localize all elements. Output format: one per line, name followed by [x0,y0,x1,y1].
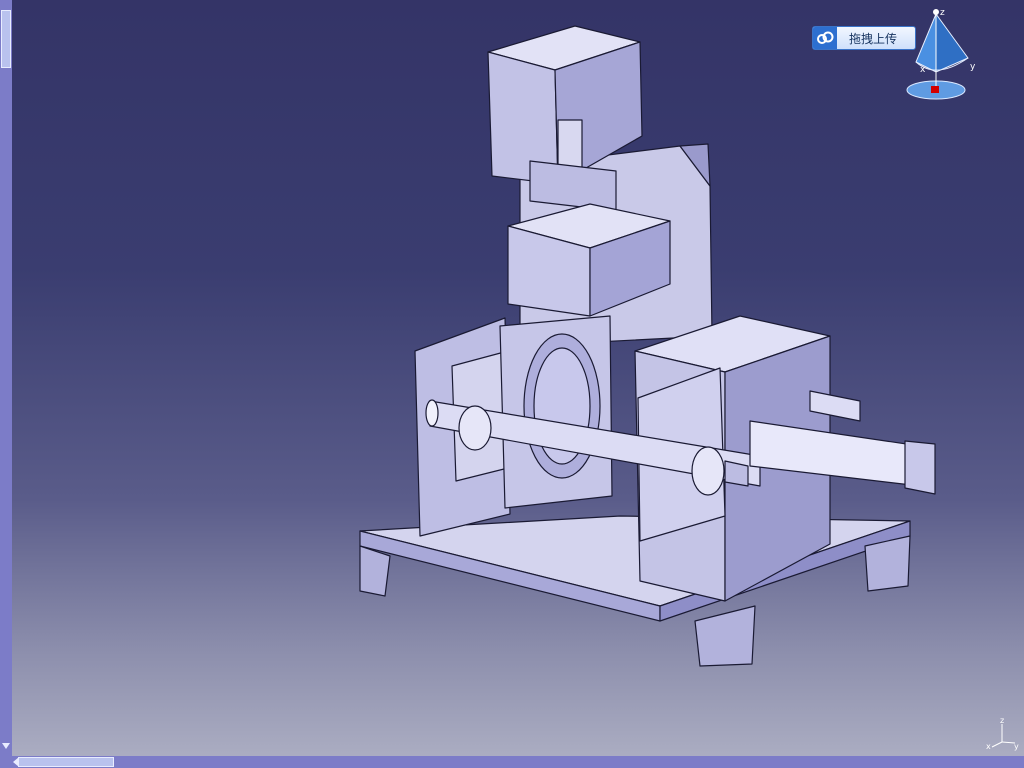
base-foot-front [694,605,756,667]
scroll-down-arrow-icon[interactable] [2,742,10,750]
mini-axis-x: x [986,742,991,751]
compass-axis-y: y [970,62,976,72]
vertical-scrollbar[interactable] [0,0,12,768]
shaft-end-left [425,399,439,427]
shaft-collar-left [458,405,492,451]
horizontal-scrollbar-thumb[interactable] [18,757,114,767]
base-foot-left [359,545,391,597]
mini-axis-z: z [1000,716,1004,725]
horizontal-scrollbar[interactable] [12,756,1024,768]
shaft-nut-right [724,460,749,487]
base-foot-right [864,535,911,592]
cylinder-end-cap [904,440,936,495]
shaft-collar-right [691,446,725,496]
axis-triad-icon: z x y [986,716,1019,751]
mini-axis-y: y [1014,742,1019,751]
vertical-scrollbar-thumb[interactable] [1,10,11,68]
compass-axis-z: z [940,8,945,18]
catia-3d-viewport[interactable]: 拖拽上传 z x y z x y [0,0,1024,768]
machine-3d-model[interactable] [340,16,940,676]
